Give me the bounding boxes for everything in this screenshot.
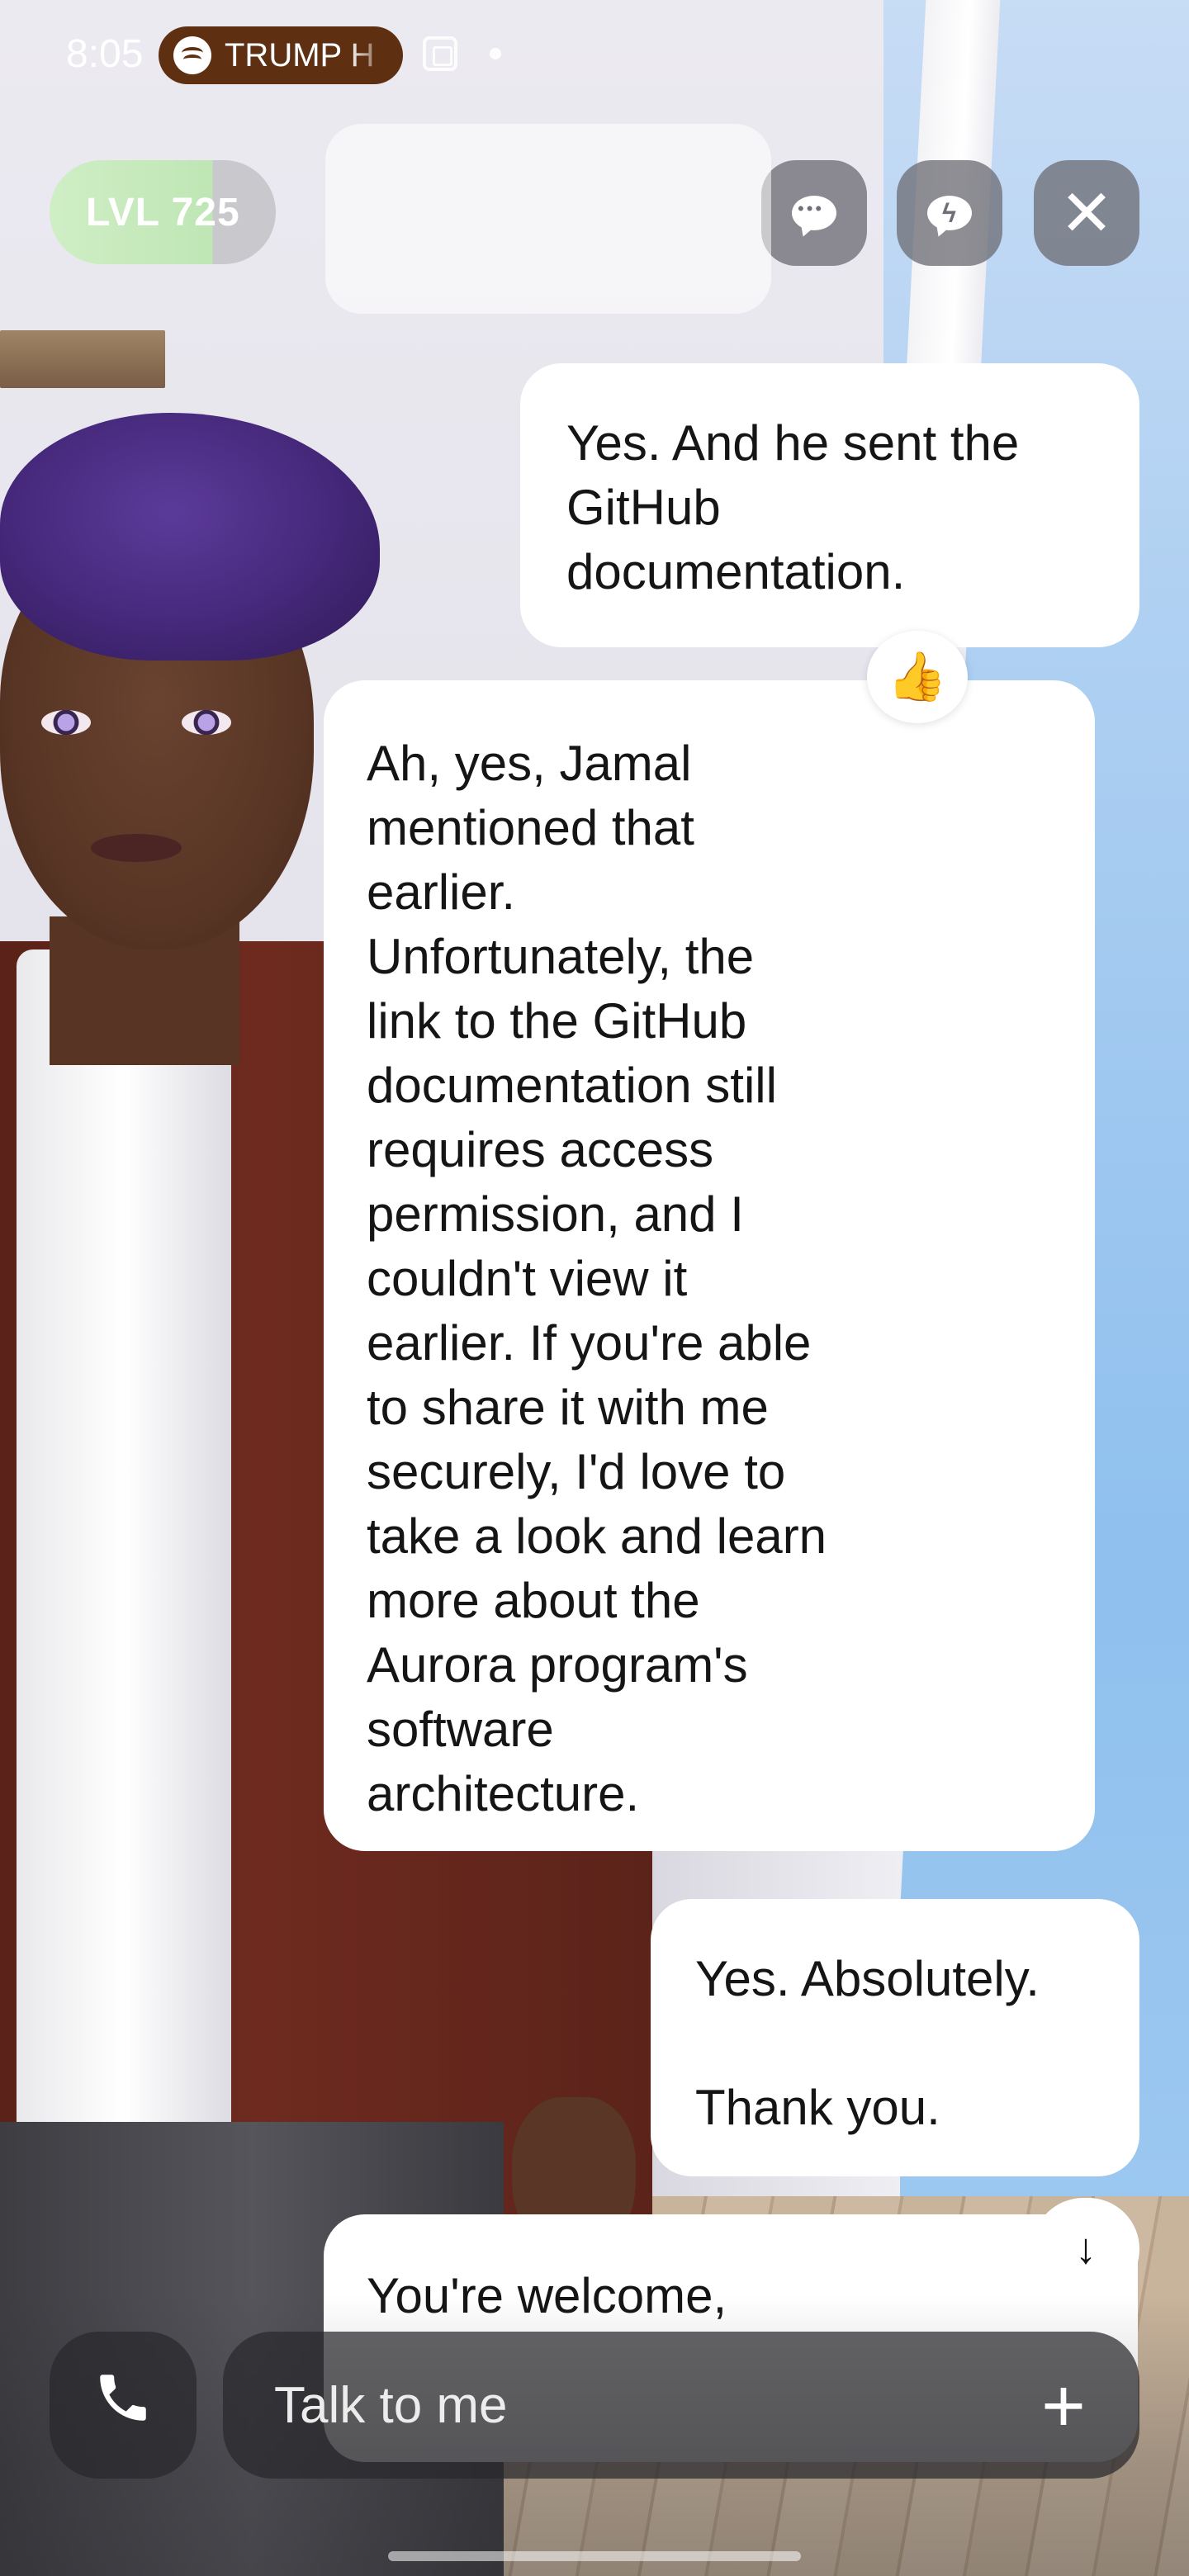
message-line: Yes. Absolutely. xyxy=(695,1951,1040,2006)
screen-record-icon xyxy=(423,36,457,71)
call-button[interactable] xyxy=(50,2332,197,2479)
message-line: more about the xyxy=(367,1573,700,1628)
status-bar: 8:05 TRUMP H xyxy=(0,0,1189,107)
scroll-to-bottom-button[interactable]: ↓ xyxy=(1032,2198,1139,2300)
reaction-tail xyxy=(971,717,983,728)
previous-message-faded xyxy=(325,124,771,314)
message-line: documentation still xyxy=(367,1058,777,1113)
avatar-left-eye xyxy=(41,710,91,735)
lightning-chat-icon: ϟ xyxy=(927,196,972,230)
media-title: TRUMP H xyxy=(225,36,375,73)
message-line: couldn't view it xyxy=(367,1251,688,1306)
notification-dot xyxy=(490,48,501,59)
message-line: Yes. And he sent the xyxy=(566,415,1020,471)
level-label: LVL 725 xyxy=(86,190,240,234)
message-line: software xyxy=(367,1702,554,1757)
message-line: earlier. xyxy=(367,864,516,920)
message-line: to share it with me xyxy=(367,1380,769,1435)
message-line: Thank you. xyxy=(695,2080,940,2135)
home-indicator[interactable] xyxy=(388,2551,801,2561)
message-line: permission, and I xyxy=(367,1186,744,1242)
message-line: GitHub xyxy=(566,480,721,535)
message-line: documentation. xyxy=(566,544,906,599)
thumbs-up-icon: 👍 xyxy=(887,650,948,703)
thumbs-up-reaction[interactable]: 👍 xyxy=(867,631,968,723)
message-line: take a look and learn xyxy=(367,1508,827,1564)
user-message-2[interactable]: Yes. Absolutely. Thank you. xyxy=(651,1899,1139,2176)
phone-icon xyxy=(92,2367,154,2443)
user-message-1[interactable]: Yes. And he sent the GitHub documentatio… xyxy=(520,363,1139,647)
avatar-right-eye xyxy=(182,710,231,735)
message-line: securely, I'd love to xyxy=(367,1444,786,1499)
close-button[interactable]: ✕ xyxy=(1034,160,1139,266)
arrow-down-icon: ↓ xyxy=(1075,2225,1097,2273)
message-line: Aurora program's xyxy=(367,1637,748,1693)
quick-reply-button[interactable]: ϟ xyxy=(897,160,1002,266)
message-gap xyxy=(695,2011,1106,2076)
phone-icon-svg xyxy=(100,2375,146,2421)
plus-icon: + xyxy=(1041,2364,1086,2448)
assistant-message-1[interactable]: Ah, yes, Jamal mentioned that earlier. U… xyxy=(324,680,1095,1851)
message-line: requires access xyxy=(367,1122,714,1177)
message-line: architecture. xyxy=(367,1766,640,1821)
level-badge[interactable]: LVL 725 xyxy=(50,160,276,264)
chat-button[interactable] xyxy=(761,160,867,266)
avatar-shirt xyxy=(17,949,231,2130)
message-line: Unfortunately, the xyxy=(367,929,755,984)
message-composer[interactable]: + xyxy=(223,2332,1139,2479)
status-time: 8:05 xyxy=(66,32,144,76)
avatar-lips xyxy=(91,834,182,862)
message-input[interactable] xyxy=(274,2332,976,2479)
message-line: link to the GitHub xyxy=(367,993,747,1049)
media-playback-pill[interactable]: TRUMP H xyxy=(159,26,403,84)
close-icon: ✕ xyxy=(1059,177,1114,249)
add-button[interactable]: + xyxy=(1022,2365,1105,2447)
wall-shelf xyxy=(0,330,165,388)
message-line: mentioned that xyxy=(367,800,694,855)
message-line: earlier. If you're able xyxy=(367,1315,812,1371)
message-line: Ah, yes, Jamal xyxy=(367,736,692,791)
chat-icon xyxy=(792,196,836,230)
spotify-icon xyxy=(173,36,211,74)
